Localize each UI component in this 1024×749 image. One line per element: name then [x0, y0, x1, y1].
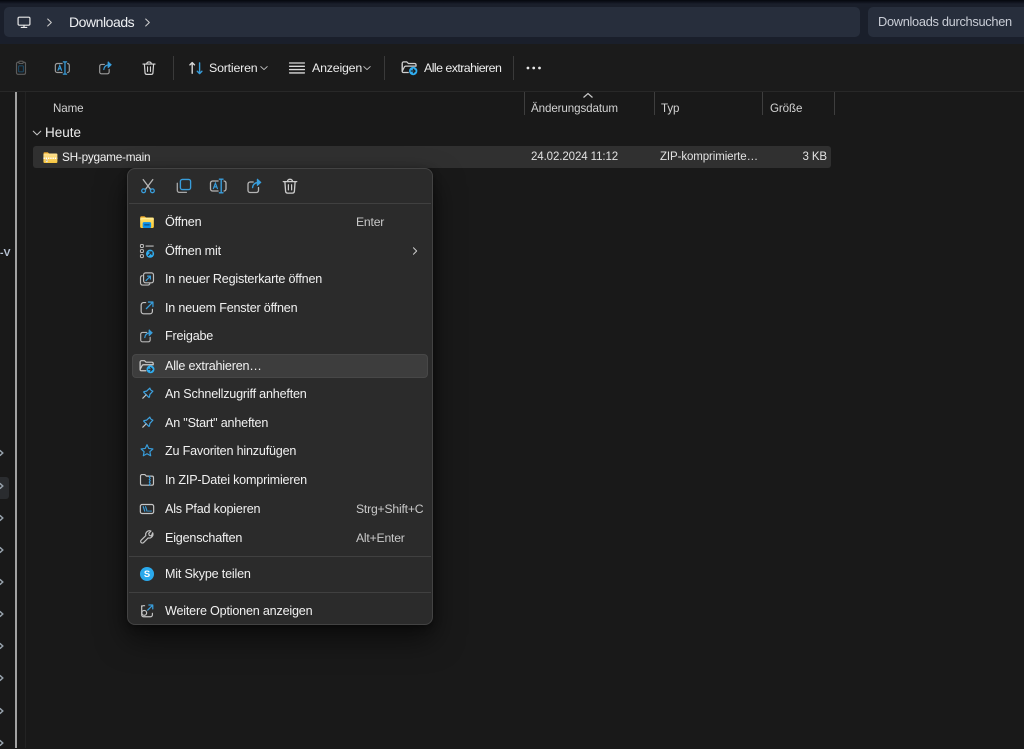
svg-text:S: S [144, 569, 150, 580]
